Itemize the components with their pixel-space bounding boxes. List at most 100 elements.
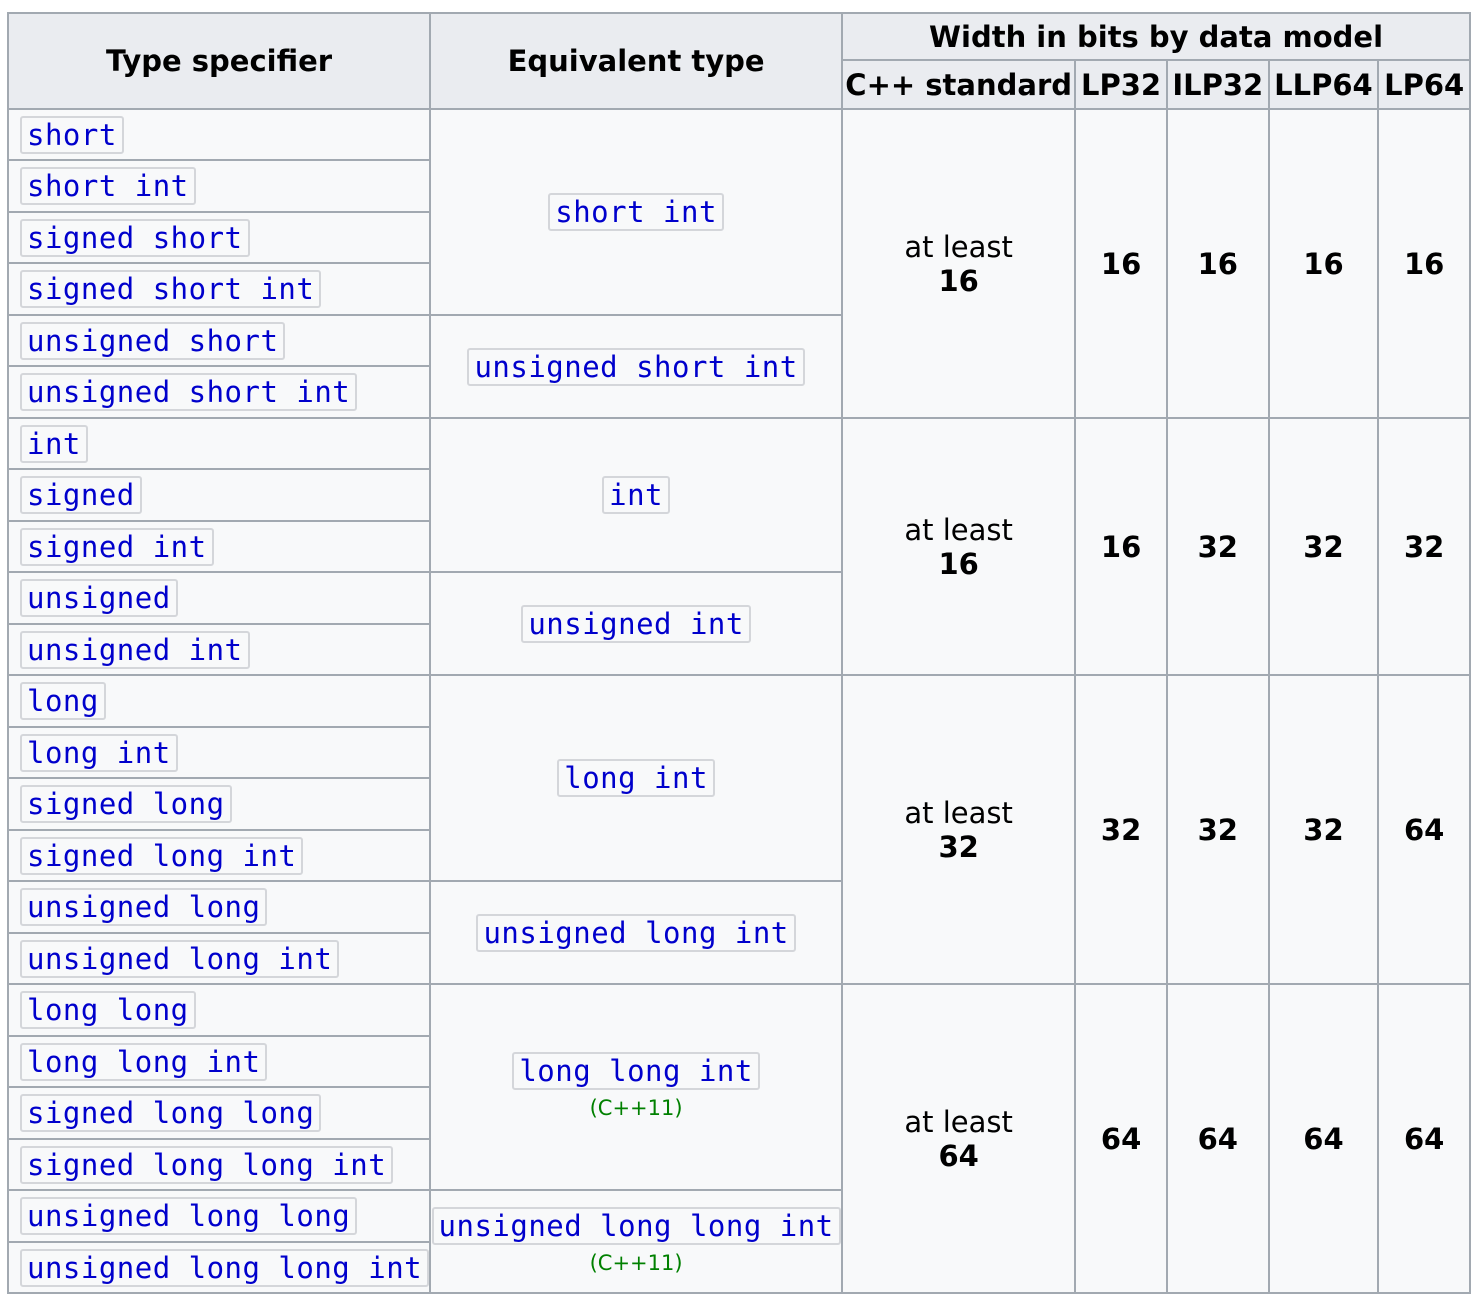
lp64-width: 64 — [1377, 674, 1471, 985]
cpp-standard-cell: at least 32 — [841, 674, 1077, 985]
type-specifier-code[interactable]: unsigned long int — [20, 939, 340, 978]
type-specifier-code[interactable]: int — [20, 424, 88, 463]
specifier-cell: unsigned long long — [6, 1189, 432, 1243]
type-specifier-code[interactable]: unsigned short — [20, 321, 286, 360]
equivalent-type-cell: int — [429, 417, 844, 573]
at-least-label: at least — [904, 795, 1013, 830]
type-specifier-code[interactable]: unsigned short int — [20, 373, 358, 411]
cpp-standard-cell: at least 16 — [841, 417, 1077, 676]
specifier-cell: unsigned long — [6, 880, 432, 934]
specifier-cell: signed long int — [6, 829, 432, 882]
llp64-width: 16 — [1267, 108, 1380, 419]
specifier-cell: unsigned — [6, 571, 432, 625]
cpp-standard-cell: at least 64 — [841, 983, 1077, 1294]
header-lp64: LP64 — [1377, 59, 1471, 110]
specifier-cell: signed — [6, 468, 432, 522]
type-specifier-code[interactable]: short — [20, 115, 124, 154]
lp32-width: 16 — [1074, 417, 1168, 676]
table-row: long long int at least 32 32 32 32 64 — [6, 674, 1471, 985]
specifier-cell: signed short int — [6, 262, 432, 316]
table-row: int int at least 16 16 32 32 32 — [6, 417, 1471, 676]
min-width-value: 16 — [938, 546, 979, 581]
type-specifier-code[interactable]: signed long — [20, 785, 232, 823]
ilp32-width: 32 — [1165, 674, 1270, 985]
header-type-specifier: Type specifier — [6, 12, 432, 110]
ilp32-width: 32 — [1165, 417, 1270, 676]
type-specifier-code[interactable]: unsigned — [20, 579, 178, 617]
specifier-cell: long — [6, 674, 432, 728]
specifier-cell: unsigned long int — [6, 932, 432, 985]
equivalent-type-cell: unsigned short int — [429, 314, 844, 419]
header-width-by-data-model: Width in bits by data model — [841, 12, 1471, 61]
type-specifier-code[interactable]: signed int — [20, 527, 214, 566]
cpp-standard-cell: at least 16 — [841, 108, 1077, 419]
type-specifier-code[interactable]: unsigned int — [20, 630, 250, 669]
type-specifier-code[interactable]: long long int — [20, 1042, 268, 1081]
equivalent-type-cell: unsigned long long int (C++11) — [429, 1189, 844, 1294]
specifier-cell: unsigned long long int — [6, 1241, 432, 1294]
specifier-cell: signed short — [6, 211, 432, 264]
type-specifier-code[interactable]: signed long int — [20, 836, 304, 875]
specifier-cell: signed int — [6, 520, 432, 573]
equivalent-type-cell: short int — [429, 108, 844, 316]
type-specifier-code[interactable]: unsigned long long int — [20, 1248, 430, 1287]
at-least-label: at least — [904, 229, 1013, 264]
specifier-cell: long long int — [6, 1035, 432, 1088]
specifier-cell: unsigned short — [6, 314, 432, 367]
header-cpp-standard: C++ standard — [841, 59, 1077, 110]
at-least-label: at least — [904, 1104, 1013, 1139]
type-specifier-code[interactable]: long — [20, 682, 106, 720]
type-specifier-code[interactable]: short int — [20, 167, 196, 205]
specifier-cell: int — [6, 417, 432, 470]
llp64-width: 64 — [1267, 983, 1380, 1294]
lp32-width: 16 — [1074, 108, 1168, 419]
type-specifier-code[interactable]: unsigned long — [20, 888, 268, 926]
min-width-value: 16 — [938, 263, 979, 298]
lp64-width: 16 — [1377, 108, 1471, 419]
header-equivalent-type: Equivalent type — [429, 12, 844, 110]
table-row: long long long long int (C++11) at least 6… — [6, 983, 1471, 1294]
equivalent-type-code[interactable]: int — [602, 476, 671, 514]
lp32-width: 64 — [1074, 983, 1168, 1294]
equivalent-type-code[interactable]: short int — [548, 193, 724, 231]
specifier-cell: short — [6, 108, 432, 161]
lp64-width: 64 — [1377, 983, 1471, 1294]
min-width-value: 64 — [938, 1138, 979, 1173]
type-specifier-code[interactable]: long long — [20, 991, 196, 1029]
type-specifier-code[interactable]: signed long long — [20, 1094, 322, 1132]
equivalent-type-code[interactable]: unsigned long long int — [431, 1206, 841, 1245]
equivalent-type-code[interactable]: long long int — [512, 1052, 760, 1090]
header-lp32: LP32 — [1074, 59, 1168, 110]
integer-types-table: Type specifier Equivalent type Width in … — [6, 12, 1471, 1294]
type-specifier-code[interactable]: unsigned long long — [20, 1197, 358, 1235]
specifier-cell: unsigned short int — [6, 365, 432, 419]
llp64-width: 32 — [1267, 674, 1380, 985]
equivalent-type-cell: long long int (C++11) — [429, 983, 844, 1191]
lp64-width: 32 — [1377, 417, 1471, 676]
type-specifier-code[interactable]: long int — [20, 733, 178, 772]
type-specifier-code[interactable]: signed short — [20, 218, 250, 257]
equivalent-type-code[interactable]: unsigned long int — [476, 913, 796, 952]
min-width-value: 32 — [938, 829, 979, 864]
equivalent-type-cell: unsigned int — [429, 571, 844, 676]
specifier-cell: long int — [6, 726, 432, 779]
ilp32-width: 16 — [1165, 108, 1270, 419]
table-row: short short int at least 16 16 16 16 16 — [6, 108, 1471, 419]
equivalent-type-code[interactable]: unsigned int — [521, 604, 751, 643]
equivalent-type-code[interactable]: unsigned short int — [467, 347, 805, 386]
type-specifier-code[interactable]: signed — [20, 476, 142, 514]
header-ilp32: ILP32 — [1165, 59, 1270, 110]
specifier-cell: short int — [6, 159, 432, 213]
at-least-label: at least — [904, 512, 1013, 547]
type-specifier-code[interactable]: signed long long int — [20, 1145, 394, 1184]
cpp11-note: (C++11) — [589, 1096, 683, 1120]
equivalent-type-cell: unsigned long int — [429, 880, 844, 985]
header-llp64: LLP64 — [1267, 59, 1380, 110]
specifier-cell: signed long long — [6, 1086, 432, 1140]
specifier-cell: signed long long int — [6, 1138, 432, 1191]
specifier-cell: long long — [6, 983, 432, 1037]
lp32-width: 32 — [1074, 674, 1168, 985]
equivalent-type-code[interactable]: long int — [557, 759, 715, 797]
type-specifier-code[interactable]: signed short int — [20, 270, 322, 308]
ilp32-width: 64 — [1165, 983, 1270, 1294]
